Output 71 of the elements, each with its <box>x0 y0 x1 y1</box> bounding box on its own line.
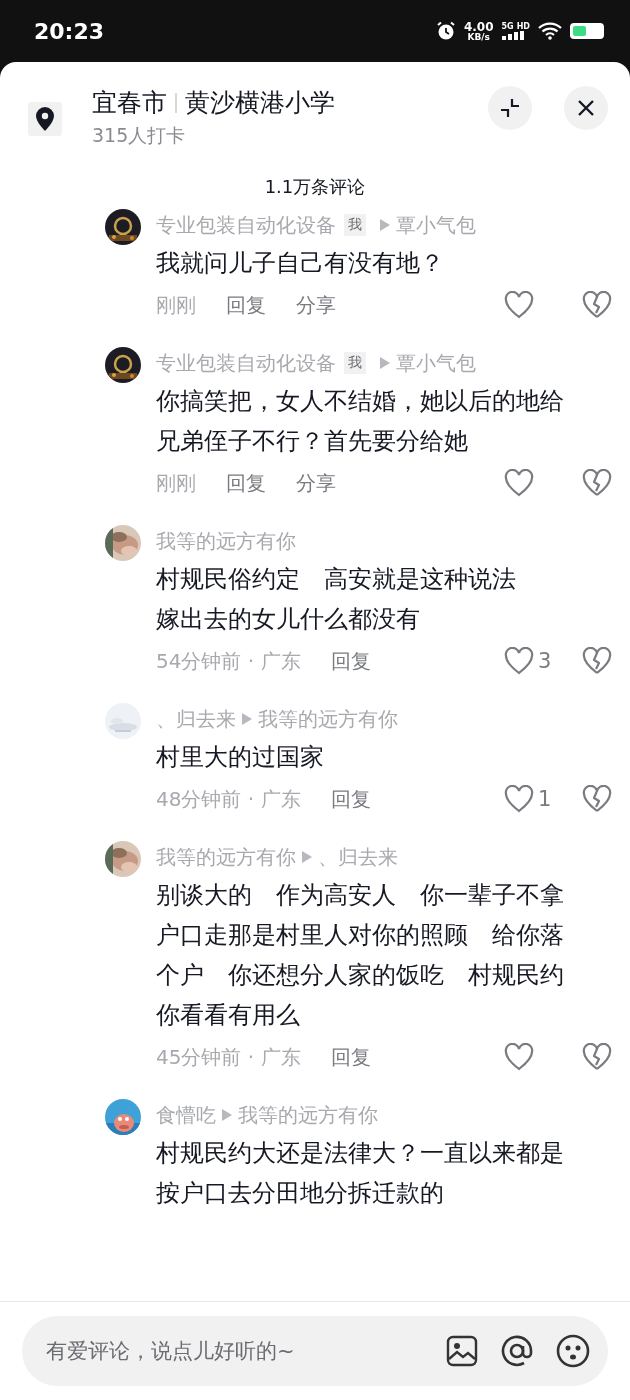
net-speed: 4.00 <box>463 20 494 33</box>
comment-text: 别谈大的 作为高安人 你一辈子不拿户口走那是村里人对你的照顾 给你落个户 你还想分人家的饭吃 村规民约你看看有用么 <box>156 880 565 1031</box>
triangle-icon <box>302 851 312 863</box>
comment-text: 嫁出去的女儿什么都没有 <box>156 604 421 635</box>
signal-icon <box>501 30 526 40</box>
comment-action[interactable]: 回复 <box>330 1043 371 1071</box>
hd-label: HD <box>516 22 530 31</box>
comment-action[interactable]: 分享 <box>296 291 336 319</box>
comment-time: 刚刚 <box>156 469 196 497</box>
heart-icon[interactable] <box>504 291 534 319</box>
comment-time: 48分钟前 · 广东 <box>156 785 301 813</box>
comment-time: 刚刚 <box>156 291 196 319</box>
comment-time: 54分钟前 · 广东 <box>156 647 301 675</box>
reply-target[interactable]: 我等的远方有你 <box>238 1101 378 1129</box>
checkin-count: 315人打卡 <box>92 123 187 148</box>
emoji-icon[interactable] <box>556 1334 590 1368</box>
minimize-icon <box>499 97 521 119</box>
comment-action[interactable]: 回复 <box>226 469 266 497</box>
broken-heart-icon[interactable] <box>582 785 612 813</box>
comment-author[interactable]: 专业包装自动化设备 <box>156 349 336 377</box>
comment-action[interactable]: 分享 <box>296 469 336 497</box>
triangle-icon <box>380 219 390 231</box>
battery-icon <box>570 23 604 39</box>
comment-author[interactable]: 食懵吃 <box>156 1101 216 1129</box>
comment-input[interactable]: 有爱评论，说点儿好听的~ <box>44 1338 424 1364</box>
comment-action[interactable]: 回复 <box>330 647 371 675</box>
heart-icon[interactable] <box>504 785 534 813</box>
mention-icon[interactable] <box>500 1334 534 1368</box>
reply-target[interactable]: 覃小气包 <box>396 211 476 239</box>
location-icon <box>28 102 62 136</box>
broken-heart-icon[interactable] <box>582 647 612 675</box>
comment-author[interactable]: 我等的远方有你 <box>156 843 296 871</box>
comment-text: 你搞笑把，女人不结婚，她以后的地给兄弟侄子不行？首先要分给她 <box>156 386 565 457</box>
comment-author[interactable]: 、归去来 <box>156 705 236 733</box>
wifi-icon <box>538 22 562 40</box>
triangle-icon <box>222 1109 232 1121</box>
triangle-icon <box>380 357 390 369</box>
comment-author[interactable]: 我等的远方有你 <box>156 527 296 555</box>
comment-text: 村规民约大还是法律大？一直以来都是按户口去分田地分拆迁款的 <box>156 1138 565 1209</box>
comment-text: 我就问儿子自己有没有地？ <box>156 248 445 279</box>
heart-icon[interactable] <box>504 647 534 675</box>
triangle-icon <box>242 713 252 725</box>
network-label: 5G <box>501 22 514 31</box>
comment-action[interactable]: 回复 <box>330 785 371 813</box>
place-name: 黄沙横港小学 <box>185 87 335 119</box>
reply-target[interactable]: 覃小气包 <box>396 349 476 377</box>
reply-target[interactable]: 、归去来 <box>318 843 398 871</box>
close-icon <box>577 99 595 117</box>
image-icon[interactable] <box>446 1335 478 1367</box>
status-time: 20:23 <box>34 18 105 44</box>
heart-icon[interactable] <box>504 469 534 497</box>
city-name: 宜春市 <box>92 87 167 119</box>
comment-author[interactable]: 专业包装自动化设备 <box>156 211 336 239</box>
minimize-button[interactable] <box>488 86 532 130</box>
reply-target[interactable]: 我等的远方有你 <box>258 705 398 733</box>
author-tag: 我 <box>344 352 366 374</box>
like-count: 3 <box>538 649 552 673</box>
heart-icon[interactable] <box>504 1043 534 1071</box>
comment-text: 村规民俗约定 高安就是这种说法 <box>156 564 517 595</box>
net-speed-unit: KB/s <box>467 32 490 42</box>
broken-heart-icon[interactable] <box>582 291 612 319</box>
alarm-icon <box>435 21 456 41</box>
comment-text: 村里大的过国家 <box>156 742 325 773</box>
author-tag: 我 <box>344 214 366 236</box>
like-count: 1 <box>538 787 552 811</box>
close-button[interactable] <box>564 86 608 130</box>
broken-heart-icon[interactable] <box>582 1043 612 1071</box>
broken-heart-icon[interactable] <box>582 469 612 497</box>
comment-count: 1.1万条评论 <box>264 175 366 199</box>
comment-time: 45分钟前 · 广东 <box>156 1043 301 1071</box>
comment-action[interactable]: 回复 <box>226 291 266 319</box>
